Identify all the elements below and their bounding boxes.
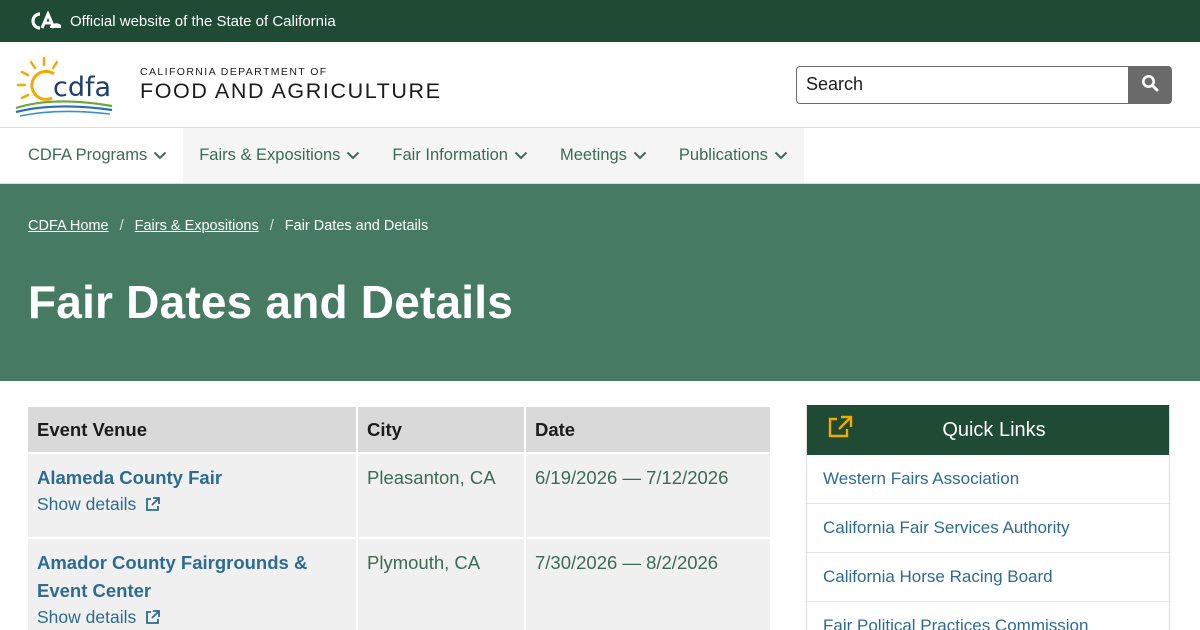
date-cell: 6/19/2026 — 7/12/2026 [526, 454, 770, 538]
venue-name: Amador County Fairgrounds & Event Center [37, 552, 308, 602]
table-row: Amador County Fairgrounds & Event Center… [28, 539, 770, 630]
main-nav: CDFA Programs Fairs & Expositions Fair I… [0, 128, 1200, 184]
brand[interactable]: cdfa CALIFORNIA DEPARTMENT OF FOOD AND A… [14, 52, 442, 118]
main-content: Event Venue City Date Alameda County Fai… [0, 381, 1200, 630]
nav-item-label: Fairs & Expositions [199, 146, 341, 164]
search-button[interactable] [1128, 65, 1172, 104]
fair-table: Event Venue City Date Alameda County Fai… [26, 405, 772, 630]
column-header-venue: Event Venue [28, 407, 356, 452]
venue-cell: Alameda County Fair Show details [28, 454, 356, 538]
department-name-small: CALIFORNIA DEPARTMENT OF [140, 65, 328, 78]
chevron-down-icon [774, 151, 788, 160]
page-hero: CDFA Home / Fairs & Expositions / Fair D… [0, 184, 1200, 381]
table-row: Alameda County Fair Show details Pleasan… [28, 454, 770, 538]
show-details-link[interactable]: Show details [37, 494, 161, 515]
external-link-icon [144, 609, 161, 626]
ca-logo-icon[interactable] [28, 11, 62, 31]
page-title: Fair Dates and Details [28, 276, 514, 328]
nav-item-label: Publications [678, 146, 768, 164]
breadcrumb-separator: / [269, 218, 274, 234]
breadcrumb-current: Fair Dates and Details [284, 218, 429, 234]
breadcrumb-link-cdfa-home[interactable]: CDFA Home [28, 218, 109, 234]
quick-links-header: Quick Links [807, 405, 1169, 455]
external-link-icon [144, 496, 161, 513]
date-cell: 7/30/2026 — 8/2/2026 [526, 539, 770, 630]
nav-item-label: Meetings [559, 146, 627, 164]
search-input[interactable] [796, 65, 1128, 104]
quick-link-california-fair-services-authority[interactable]: California Fair Services Authority [807, 504, 1169, 553]
department-name-big: FOOD AND AGRICULTURE [140, 78, 442, 103]
column-header-city: City [358, 407, 524, 452]
nav-item-label: Fair Information [392, 146, 508, 164]
cdfa-logo-text: cdfa [53, 72, 111, 103]
table-header-row: Event Venue City Date [28, 407, 770, 452]
city-cell: Plymouth, CA [358, 539, 524, 630]
quick-links-title: Quick Links [942, 418, 1046, 441]
search-box [796, 65, 1172, 104]
nav-item-cdfa-programs[interactable]: CDFA Programs [0, 128, 183, 183]
search-icon [1141, 74, 1159, 95]
quick-link-western-fairs-association[interactable]: Western Fairs Association [807, 455, 1169, 504]
site-header: cdfa CALIFORNIA DEPARTMENT OF FOOD AND A… [0, 42, 1200, 128]
column-header-date: Date [526, 407, 770, 452]
nav-item-publications[interactable]: Publications [662, 128, 804, 183]
show-details-label: Show details [37, 607, 137, 628]
breadcrumb: CDFA Home / Fairs & Expositions / Fair D… [28, 218, 1172, 234]
nav-item-meetings[interactable]: Meetings [543, 128, 663, 183]
nav-item-label: CDFA Programs [28, 146, 148, 164]
chevron-down-icon [633, 151, 647, 160]
department-name[interactable]: CALIFORNIA DEPARTMENT OF FOOD AND AGRICU… [140, 66, 442, 104]
chevron-down-icon [153, 151, 167, 160]
show-details-label: Show details [37, 494, 137, 514]
venue-cell: Amador County Fairgrounds & Event Center… [28, 539, 356, 630]
city-cell: Pleasanton, CA [358, 454, 524, 538]
nav-item-fair-information[interactable]: Fair Information [376, 128, 544, 183]
quick-link-california-horse-racing-board[interactable]: California Horse Racing Board [807, 553, 1169, 602]
chevron-down-icon [514, 151, 528, 160]
breadcrumb-separator: / [119, 218, 124, 234]
utility-bar: Official website of the State of Califor… [0, 0, 1200, 42]
quick-link-fair-political-practices-commission[interactable]: Fair Political Practices Commission [807, 602, 1169, 630]
breadcrumb-link-fairs-expositions[interactable]: Fairs & Expositions [135, 218, 259, 234]
cdfa-sun-logo[interactable]: cdfa [14, 52, 114, 118]
external-link-icon [827, 415, 853, 445]
venue-name: Alameda County Fair [37, 467, 223, 488]
official-website-text: Official website of the State of Califor… [70, 12, 336, 30]
show-details-link[interactable]: Show details [37, 607, 161, 628]
nav-item-fairs-expositions[interactable]: Fairs & Expositions [183, 128, 377, 183]
quick-links-panel: Quick Links Western Fairs Association Ca… [806, 405, 1170, 630]
chevron-down-icon [346, 151, 360, 160]
